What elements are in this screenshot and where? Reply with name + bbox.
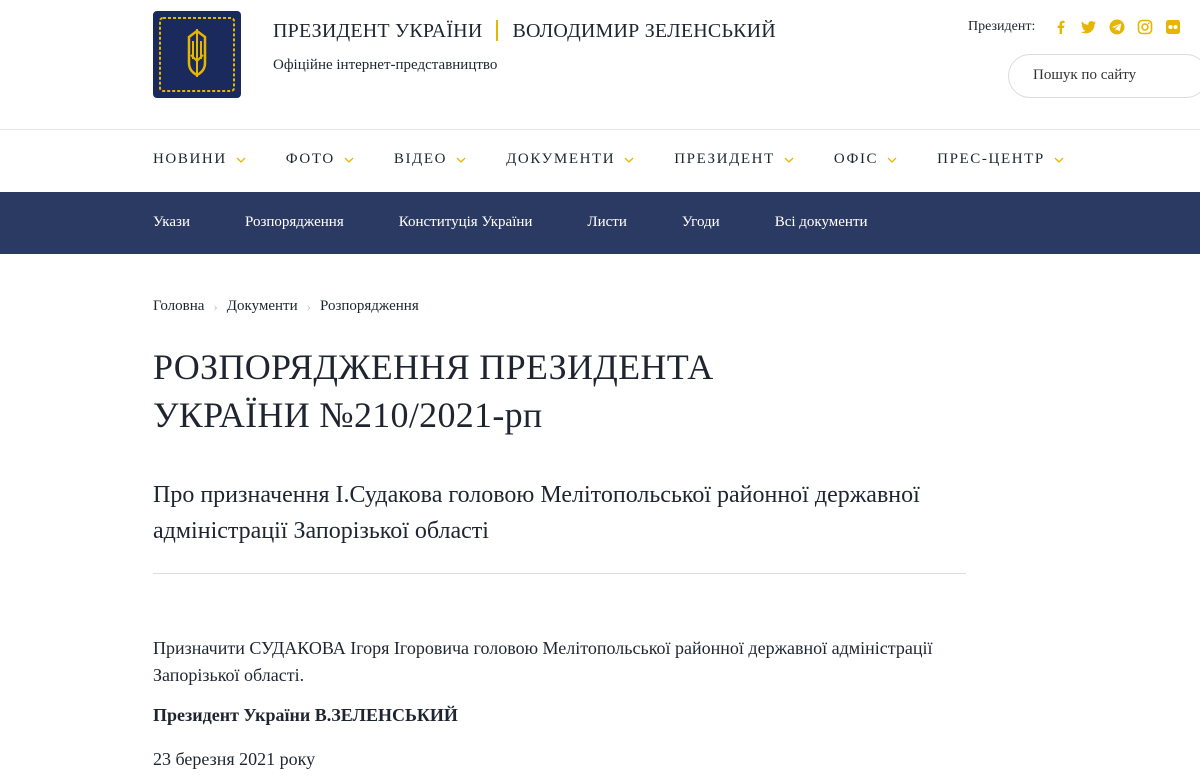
flickr-icon[interactable]: [1165, 19, 1181, 35]
subnav-item-constitution[interactable]: Конституція України: [399, 214, 533, 231]
nav-item-documents[interactable]: ДОКУМЕНТИ: [506, 151, 634, 168]
breadcrumb-current[interactable]: Розпорядження: [320, 298, 419, 315]
telegram-icon[interactable]: [1109, 19, 1125, 35]
social-links: Президент:: [968, 17, 1181, 37]
nav-item-label: ВІДЕО: [393, 151, 448, 167]
document-subtitle: Про призначення І.Судакова головою Меліт…: [153, 482, 920, 544]
main-navigation: НОВИНИ ФОТО ВІДЕО ДОКУМЕНТИ ПРЕЗИДЕНТ ОФ…: [0, 131, 1200, 192]
page-title: РОЗПОРЯДЖЕННЯ ПРЕЗИДЕНТА УКРАЇНИ №210/20…: [153, 347, 714, 435]
document-signature: Президент України В.ЗЕЛЕНСЬКИЙ: [153, 705, 458, 725]
nav-item-office[interactable]: ОФІС: [834, 151, 897, 168]
nav-item-label: ПРЕС-ЦЕНТР: [937, 151, 1045, 167]
nav-item-label: ПРЕЗИДЕНТ: [674, 151, 775, 167]
subnav-item-decrees[interactable]: Укази: [153, 214, 190, 231]
facebook-icon[interactable]: [1053, 19, 1069, 35]
chevron-down-icon: [1054, 157, 1064, 163]
nav-item-video[interactable]: ВІДЕО: [394, 151, 466, 168]
documents-subnavigation: Укази Розпорядження Конституція України …: [0, 192, 1200, 254]
chevron-down-icon: [344, 157, 354, 163]
subnav-item-letters[interactable]: Листи: [587, 214, 626, 231]
site-title[interactable]: ПРЕЗИДЕНТ УКРАЇНИ ВОЛОДИМИР ЗЕЛЕНСЬКИЙ: [273, 20, 776, 43]
subnav-item-orders[interactable]: Розпорядження: [245, 214, 344, 231]
chevron-down-icon: [784, 157, 794, 163]
site-header: ПРЕЗИДЕНТ УКРАЇНИ ВОЛОДИМИР ЗЕЛЕНСЬКИЙ Оф…: [0, 0, 1200, 130]
divider: [153, 573, 966, 574]
subnav-item-agreements[interactable]: Угоди: [682, 214, 720, 231]
breadcrumb: Головна › Документи › Розпорядження: [153, 298, 419, 315]
breadcrumb-documents[interactable]: Документи: [227, 298, 298, 315]
search-input[interactable]: [1033, 67, 1193, 84]
nav-item-news[interactable]: НОВИНИ: [153, 151, 246, 168]
chevron-down-icon: [887, 157, 897, 163]
nav-item-label: ФОТО: [285, 151, 335, 167]
social-label: Президент:: [968, 19, 1036, 34]
document-body: Призначити СУДАКОВА Ігоря Ігоровича голо…: [153, 638, 933, 685]
search-box[interactable]: [1008, 54, 1200, 98]
nav-item-president[interactable]: ПРЕЗИДЕНТ: [674, 151, 794, 168]
chevron-down-icon: [236, 157, 246, 163]
twitter-icon[interactable]: [1081, 19, 1097, 35]
instagram-icon[interactable]: [1137, 19, 1153, 35]
coat-of-arms-logo[interactable]: [153, 11, 241, 98]
breadcrumb-home[interactable]: Головна: [153, 298, 204, 315]
site-title-president: ПРЕЗИДЕНТ УКРАЇНИ: [273, 20, 483, 42]
site-title-name: ВОЛОДИМИР ЗЕЛЕНСЬКИЙ: [512, 20, 776, 42]
subnav-item-all-documents[interactable]: Всі документи: [775, 214, 868, 231]
nav-item-photo[interactable]: ФОТО: [286, 151, 354, 168]
chevron-right-icon: ›: [213, 298, 218, 314]
nav-item-press-center[interactable]: ПРЕС-ЦЕНТР: [937, 151, 1064, 168]
chevron-down-icon: [624, 157, 634, 163]
nav-item-label: ДОКУМЕНТИ: [506, 151, 616, 167]
site-subtitle: Офіційне інтернет-представництво: [273, 57, 498, 73]
document-date: 23 березня 2021 року: [153, 749, 316, 769]
chevron-down-icon: [456, 157, 466, 163]
title-separator: [496, 20, 499, 41]
nav-item-label: ОФІС: [833, 151, 879, 167]
nav-item-label: НОВИНИ: [153, 151, 227, 167]
chevron-right-icon: ›: [306, 298, 311, 314]
